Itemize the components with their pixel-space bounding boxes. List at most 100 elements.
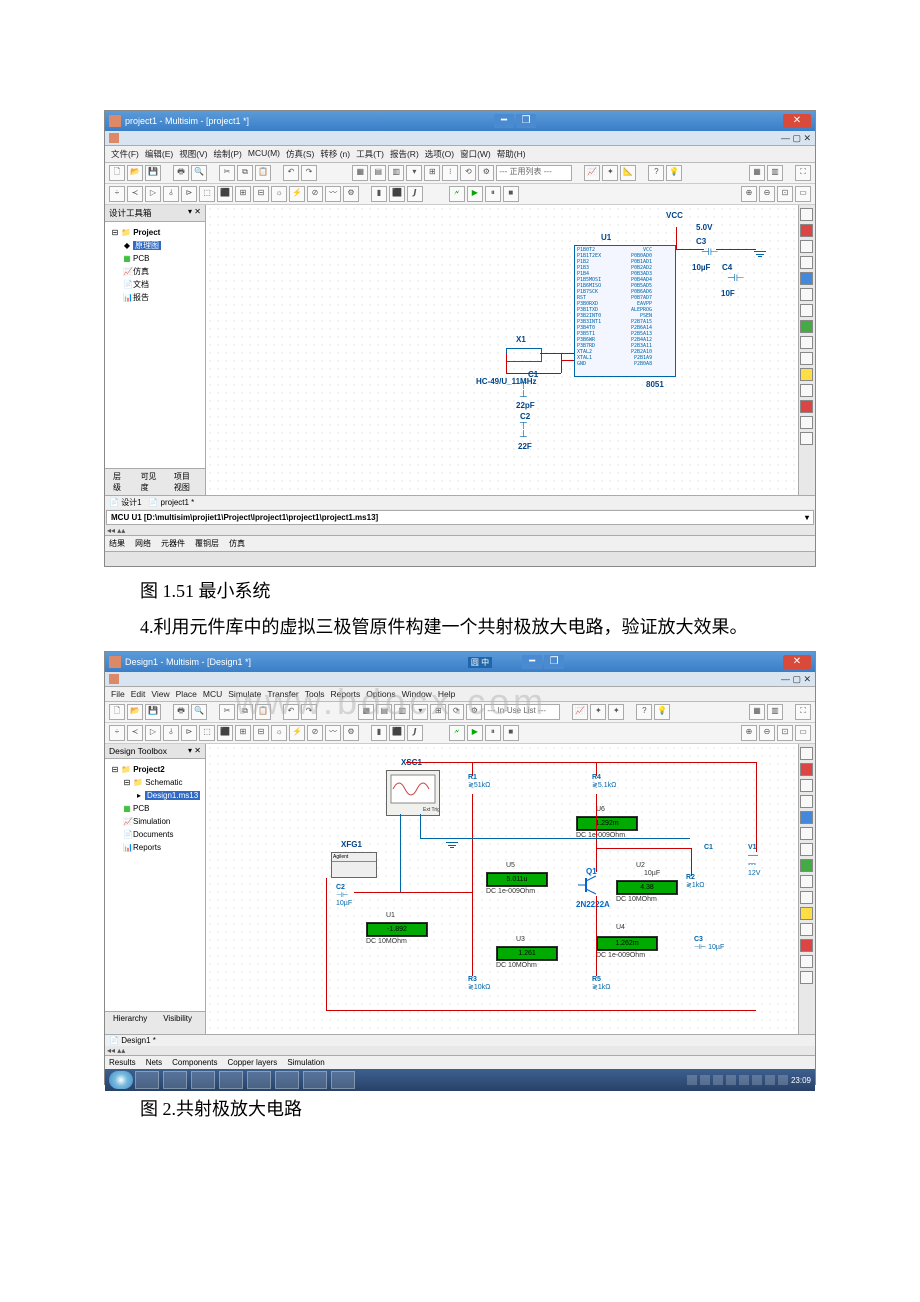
instr-13[interactable] bbox=[800, 400, 813, 413]
task-app4[interactable] bbox=[303, 1071, 327, 1089]
window-titlebar[interactable]: Design1 - Multisim - [Design1 *] 圆 中 ━ ❐… bbox=[105, 652, 815, 672]
component6-icon[interactable]: ⁝ bbox=[442, 165, 458, 181]
tree-simulation[interactable]: 📈Simulation bbox=[109, 815, 201, 828]
menu-place[interactable]: 绘制(P) bbox=[214, 148, 242, 160]
ime-indicator[interactable]: 圆 中 bbox=[468, 657, 492, 668]
window-titlebar[interactable]: project1 - Multisim - [project1 *] ━ ❐ ✕ bbox=[105, 111, 815, 131]
open-icon[interactable]: 📂 bbox=[127, 704, 143, 720]
tray-icon-2[interactable] bbox=[700, 1075, 710, 1085]
post-icon[interactable]: ✦ bbox=[590, 704, 606, 720]
instr-8[interactable] bbox=[800, 859, 813, 872]
tab-hierarchy[interactable]: Hierarchy bbox=[109, 1013, 151, 1033]
menu-edit[interactable]: Edit bbox=[131, 689, 146, 699]
diode-icon[interactable]: ▷ bbox=[145, 186, 161, 202]
print-icon[interactable]: 🖶 bbox=[173, 704, 189, 720]
doc-window-controls[interactable]: — ▢ ✕ bbox=[781, 674, 811, 685]
view-mode1-icon[interactable]: ▦ bbox=[749, 165, 765, 181]
tree-documents[interactable]: 📄文档 bbox=[109, 278, 201, 291]
tab-results[interactable]: 结果 bbox=[109, 538, 125, 549]
b12-icon[interactable]: ⊘ bbox=[307, 725, 323, 741]
windows-taskbar[interactable]: 23:09 bbox=[105, 1069, 815, 1091]
misc2-icon[interactable]: ⊘ bbox=[307, 186, 323, 202]
new-icon[interactable]: 🗋 bbox=[109, 704, 125, 720]
instr-5[interactable] bbox=[800, 811, 813, 824]
menubar[interactable]: File Edit View Place MCU Simulate Transf… bbox=[105, 687, 815, 702]
component2-icon[interactable]: ▤ bbox=[370, 165, 386, 181]
zoom-fit-icon[interactable]: ▭ bbox=[795, 725, 811, 741]
toolbar-components[interactable]: ÷ ≺ ▷ ⫰ ⊳ ⬚ ⬛ ⊞ ⊟ ☼ ⚡ ⊘ 〰 ⚙ ▮ ⬛ 𝙅 🗲 ▶ ⏸ … bbox=[105, 184, 815, 205]
zoom-out-icon[interactable]: ⊖ bbox=[759, 725, 775, 741]
design-tree[interactable]: ⊟📁 Project ◆原理图 ▦PCB 📈仿真 📄文档 📊报告 bbox=[105, 222, 205, 468]
rf-icon[interactable]: 〰 bbox=[325, 186, 341, 202]
instr-15[interactable] bbox=[800, 971, 813, 984]
component3-icon[interactable]: ▥ bbox=[388, 165, 404, 181]
help-icon[interactable]: 💡 bbox=[666, 165, 682, 181]
preview-icon[interactable]: 🔍 bbox=[191, 704, 207, 720]
tray-icon-4[interactable] bbox=[726, 1075, 736, 1085]
minimize-button[interactable]: ━ bbox=[522, 655, 542, 669]
menubar[interactable]: 文件(F) 编辑(E) 视图(V) 绘制(P) MCU(M) 仿真(S) 转移 … bbox=[105, 146, 815, 163]
instr-2[interactable] bbox=[800, 763, 813, 776]
probe-u5[interactable]: 5.011u bbox=[486, 872, 548, 887]
component5-icon[interactable]: ⊞ bbox=[424, 165, 440, 181]
instr-9[interactable] bbox=[800, 336, 813, 349]
pause-icon[interactable]: ⏸ bbox=[485, 725, 501, 741]
task-app1[interactable] bbox=[219, 1071, 243, 1089]
misc-icon[interactable]: ⊞ bbox=[235, 186, 251, 202]
design-tree[interactable]: ⊟📁 Project2 ⊟📁 Schematic ▸Design1.ms13 ▦… bbox=[105, 759, 205, 1011]
results-tabs[interactable]: Results Nets Components Copper layers Si… bbox=[105, 1055, 815, 1069]
instr-14[interactable] bbox=[800, 416, 813, 429]
probe-u2[interactable]: 4.38 bbox=[616, 880, 678, 895]
menu-file[interactable]: 文件(F) bbox=[111, 148, 139, 160]
vm1-icon[interactable]: ▦ bbox=[749, 704, 765, 720]
b3-icon[interactable]: ▷ bbox=[145, 725, 161, 741]
instr-12[interactable] bbox=[800, 923, 813, 936]
close-button[interactable]: ✕ bbox=[783, 114, 811, 128]
tree-design-file[interactable]: ▸Design1.ms13 bbox=[109, 789, 201, 802]
start-button[interactable] bbox=[109, 1071, 133, 1089]
zoom-in-icon[interactable]: ⊕ bbox=[741, 725, 757, 741]
tray-icon-8[interactable] bbox=[778, 1075, 788, 1085]
results-tabs[interactable]: 结果 网络 元器件 覆铜层 仿真 bbox=[105, 535, 815, 551]
toolbar-main[interactable]: 🗋 📂 💾 🖶 🔍 ✂ ⧉ 📋 ↶ ↷ ▦ ▤ ▥ ▾ ⊞ ⁝ ⟲ ⚙ --- … bbox=[105, 163, 815, 184]
instr-12[interactable] bbox=[800, 384, 813, 397]
b17-icon[interactable]: 𝙅 bbox=[407, 725, 423, 741]
splitter-toggle[interactable]: ◂◂ ▴▴ bbox=[105, 1046, 815, 1055]
tree-simulation[interactable]: 📈仿真 bbox=[109, 265, 201, 278]
b6-icon[interactable]: ⬚ bbox=[199, 725, 215, 741]
instr-11[interactable] bbox=[800, 368, 813, 381]
print-icon[interactable]: 🖶 bbox=[173, 165, 189, 181]
b10-icon[interactable]: ☼ bbox=[271, 725, 287, 741]
task-app2[interactable] bbox=[247, 1071, 271, 1089]
tab-components[interactable]: Components bbox=[172, 1058, 217, 1067]
instr-8[interactable] bbox=[800, 320, 813, 333]
b16-icon[interactable]: ⬛ bbox=[389, 725, 405, 741]
document-tabs[interactable]: 📄 Design1 * bbox=[105, 1034, 815, 1046]
b13-icon[interactable]: 〰 bbox=[325, 725, 341, 741]
power-icon[interactable]: ⚡ bbox=[289, 186, 305, 202]
mixed-icon[interactable]: ⊟ bbox=[253, 186, 269, 202]
doc-tab-2[interactable]: project1 * bbox=[161, 498, 195, 507]
b1-icon[interactable]: ÷ bbox=[109, 725, 125, 741]
tray-clock[interactable]: 23:09 bbox=[791, 1076, 811, 1085]
instrument-strip[interactable] bbox=[798, 205, 815, 495]
zoom-area-icon[interactable]: ⊡ bbox=[777, 186, 793, 202]
probe-u4[interactable]: 1.262m bbox=[596, 936, 658, 951]
ttl-icon[interactable]: ⬚ bbox=[199, 186, 215, 202]
doc-tab-1[interactable]: Design1 * bbox=[121, 1036, 156, 1045]
indicator-icon[interactable]: ☼ bbox=[271, 186, 287, 202]
menu-help[interactable]: 帮助(H) bbox=[497, 148, 526, 160]
instr-3[interactable] bbox=[800, 240, 813, 253]
trans-icon[interactable]: ⫰ bbox=[163, 186, 179, 202]
instr-5[interactable] bbox=[800, 272, 813, 285]
full-icon[interactable]: ⛶ bbox=[795, 704, 811, 720]
tab-results[interactable]: Results bbox=[109, 1058, 136, 1067]
menu-tools[interactable]: 工具(T) bbox=[356, 148, 384, 160]
component8-icon[interactable]: ⚙ bbox=[478, 165, 494, 181]
print-preview-icon[interactable]: 🔍 bbox=[191, 165, 207, 181]
instr-4[interactable] bbox=[800, 256, 813, 269]
view-mode2-icon[interactable]: ▥ bbox=[767, 165, 783, 181]
instr-1[interactable] bbox=[800, 208, 813, 221]
instr-6[interactable] bbox=[800, 288, 813, 301]
source-icon[interactable]: ≺ bbox=[127, 186, 143, 202]
